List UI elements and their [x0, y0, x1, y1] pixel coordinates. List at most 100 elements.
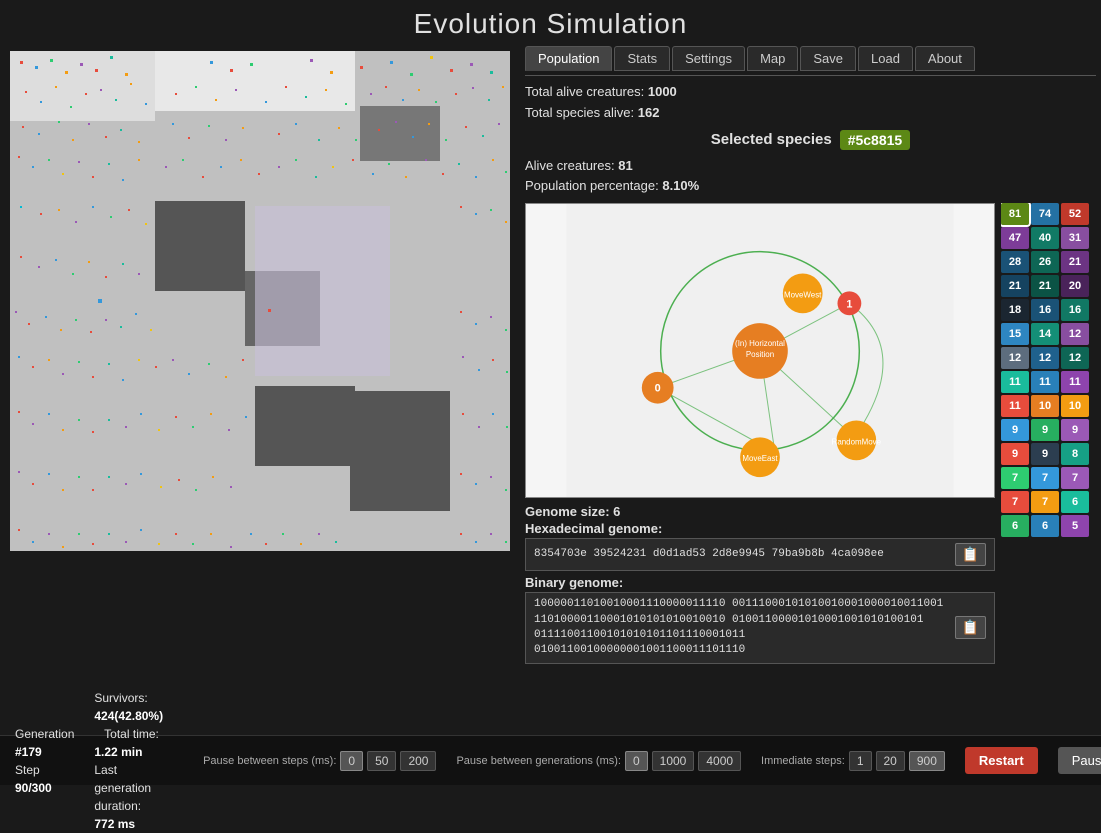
svg-text:Position: Position: [746, 350, 774, 359]
species-cell[interactable]: 6: [1001, 515, 1029, 537]
immediate-20[interactable]: 20: [876, 751, 905, 771]
pause-steps-50[interactable]: 50: [367, 751, 396, 771]
tab-settings[interactable]: Settings: [672, 46, 745, 71]
species-row: 212120: [1001, 275, 1096, 297]
species-row: 999: [1001, 419, 1096, 441]
species-cell[interactable]: 7: [1031, 467, 1059, 489]
pause-gens-control: Pause between generations (ms): 0 1000 4…: [456, 751, 741, 771]
species-cell[interactable]: 31: [1061, 227, 1089, 249]
species-cell[interactable]: 47: [1001, 227, 1029, 249]
species-cell[interactable]: 12: [1031, 347, 1059, 369]
species-cell[interactable]: 26: [1031, 251, 1059, 273]
species-cell[interactable]: 14: [1031, 323, 1059, 345]
last-gen-label: Last generation duration:: [94, 763, 151, 813]
pause-gens-1000[interactable]: 1000: [652, 751, 695, 771]
immediate-1[interactable]: 1: [849, 751, 872, 771]
species-cell[interactable]: 7: [1031, 491, 1059, 513]
species-row: 998: [1001, 443, 1096, 465]
total-time-label: Total time:: [104, 727, 159, 741]
total-time-value: 1.22 min: [94, 745, 142, 759]
species-cell[interactable]: 12: [1001, 347, 1029, 369]
species-cell[interactable]: 7: [1061, 467, 1089, 489]
species-row: 181616: [1001, 299, 1096, 321]
species-cell[interactable]: 12: [1061, 323, 1089, 345]
bottom-bar: Generation #179 Step 90/300 Survivors: 4…: [0, 735, 1101, 785]
species-row: 776: [1001, 491, 1096, 513]
page-title: Evolution Simulation: [0, 0, 1101, 46]
species-cell[interactable]: 7: [1001, 491, 1029, 513]
step-label: Step: [15, 763, 40, 777]
species-cell[interactable]: 9: [1001, 443, 1029, 465]
species-cell[interactable]: 15: [1001, 323, 1029, 345]
svg-text:MoveEast: MoveEast: [742, 454, 778, 463]
copy-hex-button[interactable]: 📋: [955, 543, 986, 566]
species-cell[interactable]: 11: [1001, 371, 1029, 393]
pause-steps-0[interactable]: 0: [340, 751, 363, 771]
species-cell[interactable]: 28: [1001, 251, 1029, 273]
species-cell[interactable]: 81: [1001, 203, 1029, 225]
total-alive-value: 1000: [648, 84, 677, 99]
alive-label: Alive creatures:: [525, 158, 615, 173]
genome-section: Genome size: 6 Hexadecimal genome: 83547…: [525, 504, 995, 668]
species-cell[interactable]: 52: [1061, 203, 1089, 225]
species-cell[interactable]: 11: [1061, 371, 1089, 393]
species-cell[interactable]: 9: [1031, 419, 1059, 441]
species-list: 8174524740312826212121201816161514121212…: [1001, 203, 1096, 593]
tab-map[interactable]: Map: [747, 46, 798, 71]
species-cell[interactable]: 6: [1031, 515, 1059, 537]
species-cell[interactable]: 16: [1061, 299, 1089, 321]
tab-about[interactable]: About: [915, 46, 975, 71]
copy-binary-button[interactable]: 📋: [955, 616, 986, 639]
binary-genome-text: 10000011010010001110000011110 0011100010…: [534, 597, 951, 659]
species-row: 665: [1001, 515, 1096, 537]
species-row: 111010: [1001, 395, 1096, 417]
pause-steps-200[interactable]: 200: [400, 751, 436, 771]
species-cell[interactable]: 9: [1001, 419, 1029, 441]
species-cell[interactable]: 5: [1061, 515, 1089, 537]
total-species-value: 162: [638, 105, 660, 120]
pause-button[interactable]: Pause: [1058, 747, 1101, 774]
alive-value: 81: [618, 158, 632, 173]
species-cell[interactable]: 9: [1061, 419, 1089, 441]
svg-text:1: 1: [846, 298, 852, 310]
species-cell[interactable]: 21: [1001, 275, 1029, 297]
survivors-label: Survivors:: [94, 691, 147, 705]
species-stats: Alive creatures: 81 Population percentag…: [525, 156, 1096, 198]
species-cell[interactable]: 6: [1061, 491, 1089, 513]
species-cell[interactable]: 12: [1061, 347, 1089, 369]
tab-population[interactable]: Population: [525, 46, 612, 71]
species-row: 111111: [1001, 371, 1096, 393]
neural-area: 0 1 (In) Horizontal Position MoveWest: [525, 203, 995, 735]
species-cell[interactable]: 9: [1031, 443, 1059, 465]
content-row: 0 1 (In) Horizontal Position MoveWest: [525, 203, 1096, 735]
stats-summary: Total alive creatures: 1000 Total specie…: [525, 82, 1096, 124]
species-cell[interactable]: 74: [1031, 203, 1059, 225]
immediate-900[interactable]: 900: [909, 751, 945, 771]
species-cell[interactable]: 7: [1001, 467, 1029, 489]
species-cell[interactable]: 21: [1061, 251, 1089, 273]
species-row: 777: [1001, 467, 1096, 489]
tab-stats[interactable]: Stats: [614, 46, 670, 71]
svg-text:MoveWest: MoveWest: [784, 291, 822, 300]
species-cell[interactable]: 18: [1001, 299, 1029, 321]
species-row: 474031: [1001, 227, 1096, 249]
species-cell[interactable]: 11: [1001, 395, 1029, 417]
immediate-steps-label: Immediate steps:: [761, 755, 845, 767]
species-cell[interactable]: 16: [1031, 299, 1059, 321]
binary-genome-value: 10000011010010001110000011110 0011100010…: [525, 592, 995, 664]
pause-gens-0[interactable]: 0: [625, 751, 648, 771]
species-cell[interactable]: 40: [1031, 227, 1059, 249]
species-cell[interactable]: 20: [1061, 275, 1089, 297]
tab-load[interactable]: Load: [858, 46, 913, 71]
restart-button[interactable]: Restart: [965, 747, 1038, 774]
species-cell[interactable]: 10: [1061, 395, 1089, 417]
species-row: 151412: [1001, 323, 1096, 345]
total-alive-label: Total alive creatures:: [525, 84, 644, 99]
species-header: Selected species #5c8815: [525, 130, 1096, 150]
species-cell[interactable]: 10: [1031, 395, 1059, 417]
pause-gens-4000[interactable]: 4000: [698, 751, 741, 771]
tab-save[interactable]: Save: [800, 46, 856, 71]
species-cell[interactable]: 8: [1061, 443, 1089, 465]
species-cell[interactable]: 21: [1031, 275, 1059, 297]
species-cell[interactable]: 11: [1031, 371, 1059, 393]
